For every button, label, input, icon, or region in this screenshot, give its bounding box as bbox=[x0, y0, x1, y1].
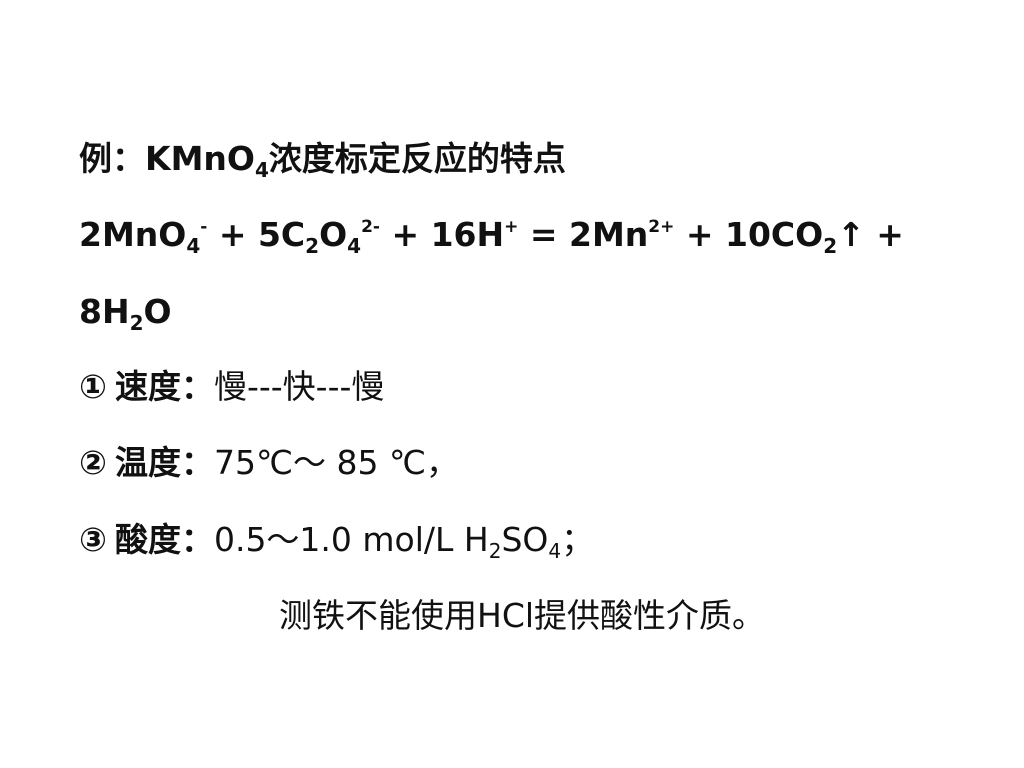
title-subscript: 4 bbox=[254, 158, 269, 182]
eq-superscript: 2- bbox=[361, 217, 380, 237]
item-value: 75℃～ 85 ℃， bbox=[213, 443, 460, 482]
eq-subscript: 4 bbox=[186, 234, 201, 258]
item-label: 温度： bbox=[114, 443, 214, 482]
note-text: 测铁不能使用HCl提供酸性介质。 bbox=[279, 596, 766, 635]
eq-subscript: 2 bbox=[129, 311, 144, 335]
eq-term-permanganate: 2MnO bbox=[79, 215, 187, 254]
item-marker: ② bbox=[79, 443, 107, 482]
eq-term-manganese: = 2Mn bbox=[518, 215, 649, 254]
page-title: 例：KMnO4浓度标定反应的特点 bbox=[79, 139, 566, 180]
acid-value-text: ； bbox=[561, 520, 595, 559]
title-rest: 浓度标定反应的特点 bbox=[268, 139, 566, 178]
item-marker: ① bbox=[79, 367, 107, 406]
reaction-equation-line-1: 2MnO4- + 5C2O42- + 16H+ = 2Mn2+ + 10CO2↑… bbox=[79, 215, 904, 256]
item-label: 速度： bbox=[114, 367, 214, 406]
item-label: 酸度： bbox=[114, 520, 214, 559]
eq-subscript: 2 bbox=[823, 234, 838, 258]
eq-gas-arrow: ↑ + bbox=[837, 215, 904, 254]
acid-value-text: 0.5～1.0 mol/L H bbox=[213, 520, 489, 559]
eq-term-water-o: O bbox=[143, 292, 172, 331]
list-item-acidity: ③ 酸度：0.5～1.0 mol/L H2SO4； bbox=[79, 520, 595, 561]
acid-value-text: SO bbox=[501, 520, 549, 559]
eq-term-carbon-dioxide: + 10CO bbox=[674, 215, 824, 254]
eq-term-oxalate: + 5C bbox=[207, 215, 306, 254]
list-item-speed: ① 速度：慢---快---慢 bbox=[79, 370, 384, 403]
eq-term-water: 8H bbox=[79, 292, 130, 331]
item-marker: ③ bbox=[79, 520, 107, 559]
eq-term-oxalate-o: O bbox=[319, 215, 348, 254]
item-value: 0.5～1.0 mol/L H2SO4； bbox=[213, 520, 595, 561]
eq-subscript: 2 bbox=[305, 234, 320, 258]
eq-superscript: + bbox=[504, 217, 519, 237]
item-value: 慢---快---慢 bbox=[213, 367, 385, 406]
eq-term-hydrogen: + 16H bbox=[379, 215, 505, 254]
acid-subscript: 2 bbox=[488, 539, 502, 563]
acid-subscript: 4 bbox=[548, 539, 562, 563]
eq-superscript: 2+ bbox=[648, 217, 675, 237]
list-item-temperature: ② 温度：75℃～ 85 ℃， bbox=[79, 446, 459, 479]
eq-subscript: 4 bbox=[347, 234, 362, 258]
reaction-equation-line-2: 8H2O bbox=[79, 292, 172, 333]
title-prefix: 例：KMnO bbox=[79, 139, 255, 178]
